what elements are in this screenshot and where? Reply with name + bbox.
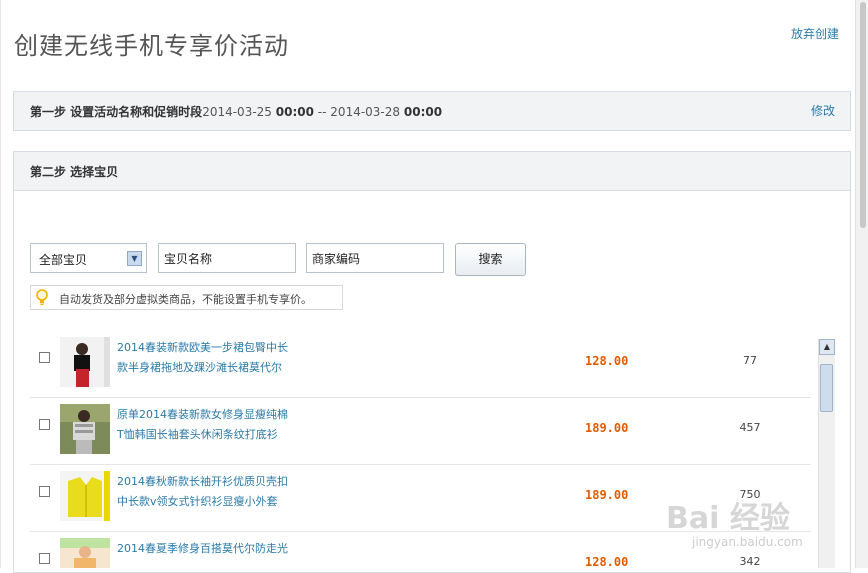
product-price: 189.00	[585, 488, 629, 502]
chevron-down-icon[interactable]: ▼	[127, 251, 142, 266]
product-list-scrollbar[interactable]: ▲	[818, 339, 835, 568]
chevron-up-icon[interactable]: ▲	[819, 339, 835, 355]
product-list-scroll-thumb[interactable]	[820, 364, 833, 412]
product-price: 128.00	[585, 555, 629, 569]
search-button[interactable]: 搜索	[455, 243, 526, 276]
product-checkbox[interactable]	[39, 352, 50, 363]
product-thumbnail	[60, 538, 110, 568]
product-stock: 750	[739, 488, 761, 501]
step2-label: 第二步 选择宝贝	[30, 165, 119, 179]
date-separator: --	[317, 105, 327, 119]
product-stock: 77	[743, 354, 757, 367]
start-date: 2014-03-25	[202, 105, 272, 119]
product-row: 2014春夏季修身百搭莫代尔防走光 128.00 342	[30, 532, 811, 569]
notice-box: 自动发货及部分虚拟类商品，不能设置手机专享价。	[30, 285, 343, 310]
product-name-line1: 原单2014春装新款女修身显瘦纯棉	[117, 408, 288, 421]
step1-panel: 第一步 设置活动名称和促销时段2014-03-25 00:00 -- 2014-…	[13, 91, 851, 131]
product-name-line1: 2014春秋新款长袖开衫优质贝壳扣	[117, 475, 288, 488]
merchant-code-input[interactable]	[306, 243, 444, 273]
product-name-line2: T恤韩国长袖套头休闲条纹打底衫	[117, 428, 278, 441]
start-time: 00:00	[275, 105, 314, 119]
page-title: 创建无线手机专享价活动	[14, 32, 289, 60]
product-name-line2: 款半身裙拖地及踝沙滩长裙莫代尔	[117, 361, 282, 374]
product-price: 128.00	[585, 354, 629, 368]
category-select[interactable]: 全部宝贝 ▼	[30, 243, 147, 273]
product-name-link[interactable]: 2014春秋新款长袖开衫优质贝壳扣 中长款v领女式针织衫显瘦小外套	[117, 472, 307, 512]
product-name-line2: 中长款v领女式针织衫显瘦小外套	[117, 495, 278, 508]
product-stock: 342	[739, 555, 761, 568]
product-thumbnail	[60, 404, 110, 454]
product-row: 2014春秋新款长袖开衫优质贝壳扣 中长款v领女式针织衫显瘦小外套 189.00…	[30, 465, 811, 532]
end-time: 00:00	[403, 105, 443, 119]
product-stock: 457	[739, 421, 761, 434]
product-checkbox[interactable]	[39, 486, 50, 497]
product-row: 2014春装新款欧美一步裙包臀中长 款半身裙拖地及踝沙滩长裙莫代尔 128.00…	[30, 331, 811, 398]
step1-summary: 第一步 设置活动名称和促销时段2014-03-25 00:00 -- 2014-…	[30, 103, 442, 120]
abandon-create-link[interactable]: 放弃创建	[791, 25, 839, 42]
product-price: 189.00	[585, 421, 629, 435]
product-thumbnail	[60, 471, 110, 521]
product-checkbox[interactable]	[39, 419, 50, 430]
product-thumbnail	[60, 337, 110, 387]
page-scrollbar-thumb[interactable]	[860, 2, 866, 228]
product-name-link[interactable]: 2014春夏季修身百搭莫代尔防走光	[117, 539, 307, 559]
product-name-line1: 2014春夏季修身百搭莫代尔防走光	[117, 542, 288, 555]
item-name-input[interactable]	[158, 243, 296, 273]
step1-label: 第一步 设置活动名称和促销时段	[30, 105, 203, 119]
page-scrollbar[interactable]	[855, 0, 868, 568]
modify-link[interactable]: 修改	[811, 102, 835, 119]
product-checkbox[interactable]	[39, 553, 50, 564]
product-name-link[interactable]: 原单2014春装新款女修身显瘦纯棉 T恤韩国长袖套头休闲条纹打底衫	[117, 405, 307, 445]
product-name-link[interactable]: 2014春装新款欧美一步裙包臀中长 款半身裙拖地及踝沙滩长裙莫代尔	[117, 338, 307, 378]
lightbulb-icon	[35, 289, 49, 310]
step2-header: 第二步 选择宝贝	[14, 152, 850, 191]
notice-text: 自动发货及部分虚拟类商品，不能设置手机专享价。	[59, 293, 312, 306]
category-select-value: 全部宝贝	[39, 253, 88, 267]
product-row: 原单2014春装新款女修身显瘦纯棉 T恤韩国长袖套头休闲条纹打底衫 189.00…	[30, 398, 811, 465]
product-name-line1: 2014春装新款欧美一步裙包臀中长	[117, 341, 288, 354]
page-left-border	[0, 0, 1, 568]
end-date: 2014-03-28	[330, 105, 401, 119]
